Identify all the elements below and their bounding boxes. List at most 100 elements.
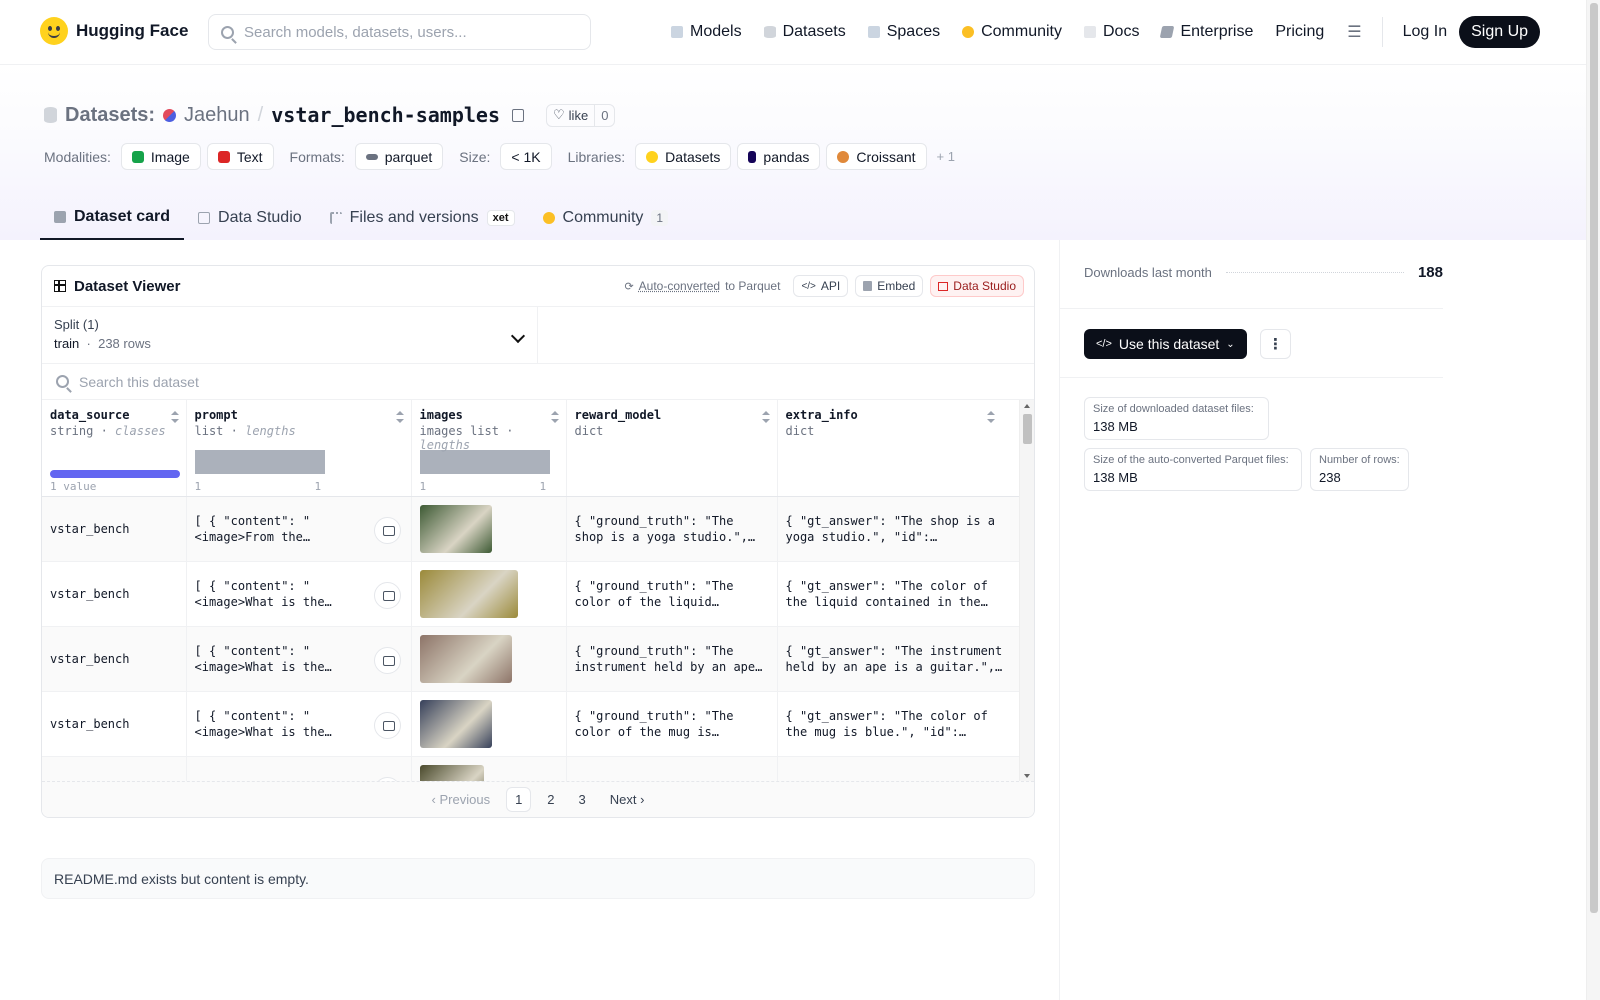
cell-data-source[interactable]: vstar_bench — [42, 496, 187, 562]
cell-prompt[interactable]: [ { "content": " <image>What is the colo… — [186, 561, 412, 627]
cell-data-source[interactable]: vstar_bench — [42, 561, 187, 627]
scrollbar-thumb[interactable] — [1023, 414, 1032, 444]
tag-size[interactable]: < 1K — [500, 143, 552, 170]
column-header-prompt[interactable]: prompt list · lengths 1 1 — [186, 400, 412, 497]
chat-icon[interactable] — [373, 711, 401, 739]
api-button[interactable]: </> API — [793, 275, 849, 297]
cell-prompt[interactable]: [ { "content": " <image>From the… — [186, 496, 412, 562]
nav-datasets[interactable]: Datasets — [753, 12, 857, 52]
tab-files-and-versions[interactable]: Files and versions xet — [316, 196, 529, 240]
global-search-input[interactable]: Search models, datasets, users... — [208, 14, 591, 50]
datasets-breadcrumb[interactable]: Datasets: — [65, 104, 155, 127]
table-row[interactable]: vstar_bench [ { "content": " <image>What … — [42, 626, 1020, 692]
cell-data-source[interactable] — [42, 756, 187, 782]
cell-reward-model[interactable]: { "ground_truth": "The color of the liqu… — [566, 561, 778, 627]
use-this-dataset-button[interactable]: </> Use this dataset ⌄ — [1084, 329, 1247, 359]
image-thumbnail[interactable] — [419, 569, 518, 618]
chat-icon[interactable] — [373, 646, 401, 674]
page-2-button[interactable]: 2 — [539, 788, 562, 811]
tab-community[interactable]: Community 1 — [529, 196, 683, 240]
cell-images[interactable] — [411, 626, 567, 692]
table-row[interactable]: vstar_bench [ { "content": " <image>From … — [42, 496, 1020, 562]
more-libraries[interactable]: + 1 — [937, 149, 955, 164]
dataset-search-input[interactable]: Search this dataset — [42, 364, 1034, 400]
more-menu-icon[interactable]: ☰ — [1335, 22, 1373, 42]
split-selector[interactable]: Split (1) train · 238 rows — [42, 307, 538, 363]
table-row[interactable]: vstar_bench [ { "content": " <image>What … — [42, 561, 1020, 627]
login-link[interactable]: Log In — [1391, 23, 1459, 41]
column-header-data-source[interactable]: data_source string · classes 1 value — [42, 400, 187, 497]
nav-enterprise[interactable]: Enterprise — [1150, 12, 1264, 52]
next-page-button[interactable]: Next › — [602, 788, 653, 811]
column-header-reward-model[interactable]: reward_model dict — [566, 400, 778, 497]
sort-icon[interactable] — [170, 411, 179, 423]
cell-reward-model[interactable]: { "ground_truth": "The color of the mug … — [566, 691, 778, 757]
auto-converted-link[interactable]: Auto-converted — [639, 279, 720, 293]
scroll-up-icon[interactable] — [1024, 404, 1030, 408]
cell-extra-info[interactable]: { "gt_answer": "The shop is a yoga studi… — [777, 496, 1020, 562]
page-scrollbar[interactable] — [1586, 0, 1600, 1000]
cell-extra-info[interactable]: { "gt_answer": "The color of the liquid … — [777, 561, 1020, 627]
more-options-button[interactable]: ⋮ — [1260, 329, 1291, 359]
length-histogram-bar[interactable] — [194, 450, 325, 474]
tag-parquet[interactable]: parquet — [354, 143, 444, 170]
tab-dataset-card[interactable]: Dataset card — [40, 196, 185, 240]
embed-button[interactable]: Embed — [855, 275, 924, 297]
nav-models[interactable]: Models — [660, 12, 753, 52]
cell-images[interactable] — [411, 561, 567, 627]
cell-prompt[interactable]: [ { "content": " — [186, 756, 412, 782]
tag-pandas[interactable]: pandas — [737, 143, 821, 170]
cell-data-source[interactable]: vstar_bench — [42, 691, 187, 757]
sort-icon[interactable] — [986, 411, 995, 423]
copy-icon[interactable] — [512, 108, 525, 122]
chat-icon[interactable] — [373, 516, 401, 544]
data-studio-button[interactable]: Data Studio — [930, 275, 1024, 297]
owner-link[interactable]: Jaehun — [184, 104, 250, 127]
nav-community[interactable]: Community — [951, 12, 1073, 52]
cell-extra-info[interactable]: { "gt_answer": "The instrument held by a… — [777, 626, 1020, 692]
tag-datasets-lib[interactable]: Datasets — [635, 143, 732, 170]
table-scrollbar[interactable] — [1019, 400, 1034, 782]
cell-prompt[interactable]: [ { "content": " <image>What is the… — [186, 626, 412, 692]
chat-icon[interactable] — [373, 581, 401, 609]
table-row[interactable]: [ { "content": " { "ground_truth": "The{ … — [42, 756, 1020, 782]
brand-logo[interactable]: Hugging Face — [40, 17, 188, 45]
previous-page-button[interactable]: ‹ Previous — [424, 788, 499, 811]
cell-data-source[interactable]: vstar_bench — [42, 626, 187, 692]
page-1-button[interactable]: 1 — [506, 787, 532, 812]
length-histogram-bar[interactable] — [419, 450, 550, 474]
cell-images[interactable] — [411, 496, 567, 562]
signup-button[interactable]: Sign Up — [1459, 16, 1541, 48]
nav-pricing[interactable]: Pricing — [1264, 12, 1335, 52]
like-button[interactable]: ♡ like 0 — [546, 103, 616, 127]
tab-data-studio[interactable]: Data Studio — [184, 196, 316, 240]
column-header-extra-info[interactable]: extra_info dict — [777, 400, 1020, 497]
column-header-images[interactable]: images images list · lengths 1 1 — [411, 400, 567, 497]
sort-icon[interactable] — [550, 411, 559, 423]
auto-converted-note[interactable]: ⟳ Auto-converted to Parquet — [624, 279, 780, 293]
nav-docs[interactable]: Docs — [1073, 12, 1150, 52]
cell-reward-model[interactable]: { "ground_truth": "The instrument held b… — [566, 626, 778, 692]
nav-spaces[interactable]: Spaces — [857, 12, 951, 52]
page-scrollbar-thumb[interactable] — [1590, 3, 1598, 913]
cell-images[interactable] — [411, 756, 567, 782]
page-3-button[interactable]: 3 — [571, 788, 594, 811]
tag-croissant[interactable]: Croissant — [826, 143, 927, 170]
cell-images[interactable] — [411, 691, 567, 757]
scroll-down-icon[interactable] — [1024, 774, 1030, 778]
cell-prompt[interactable]: [ { "content": " <image>What is the colo… — [186, 691, 412, 757]
image-thumbnail[interactable] — [419, 699, 492, 748]
sort-icon[interactable] — [395, 411, 404, 423]
image-thumbnail[interactable] — [419, 764, 484, 782]
cell-extra-info[interactable]: { "gt_answer": "The color of the mug is … — [777, 691, 1020, 757]
table-row[interactable]: vstar_bench [ { "content": " <image>What … — [42, 691, 1020, 757]
image-thumbnail[interactable] — [419, 504, 492, 553]
tag-image[interactable]: Image — [120, 143, 201, 170]
sort-icon[interactable] — [761, 411, 770, 423]
tag-text[interactable]: Text — [206, 143, 274, 170]
image-thumbnail[interactable] — [419, 634, 512, 683]
cell-reward-model[interactable]: { "ground_truth": "The shop is a yoga st… — [566, 496, 778, 562]
cell-reward-model[interactable]: { "ground_truth": "The — [566, 756, 778, 782]
class-distribution-bar[interactable] — [50, 470, 180, 478]
cell-extra-info[interactable]: { "gt_answer": "The number of — [777, 756, 1020, 782]
